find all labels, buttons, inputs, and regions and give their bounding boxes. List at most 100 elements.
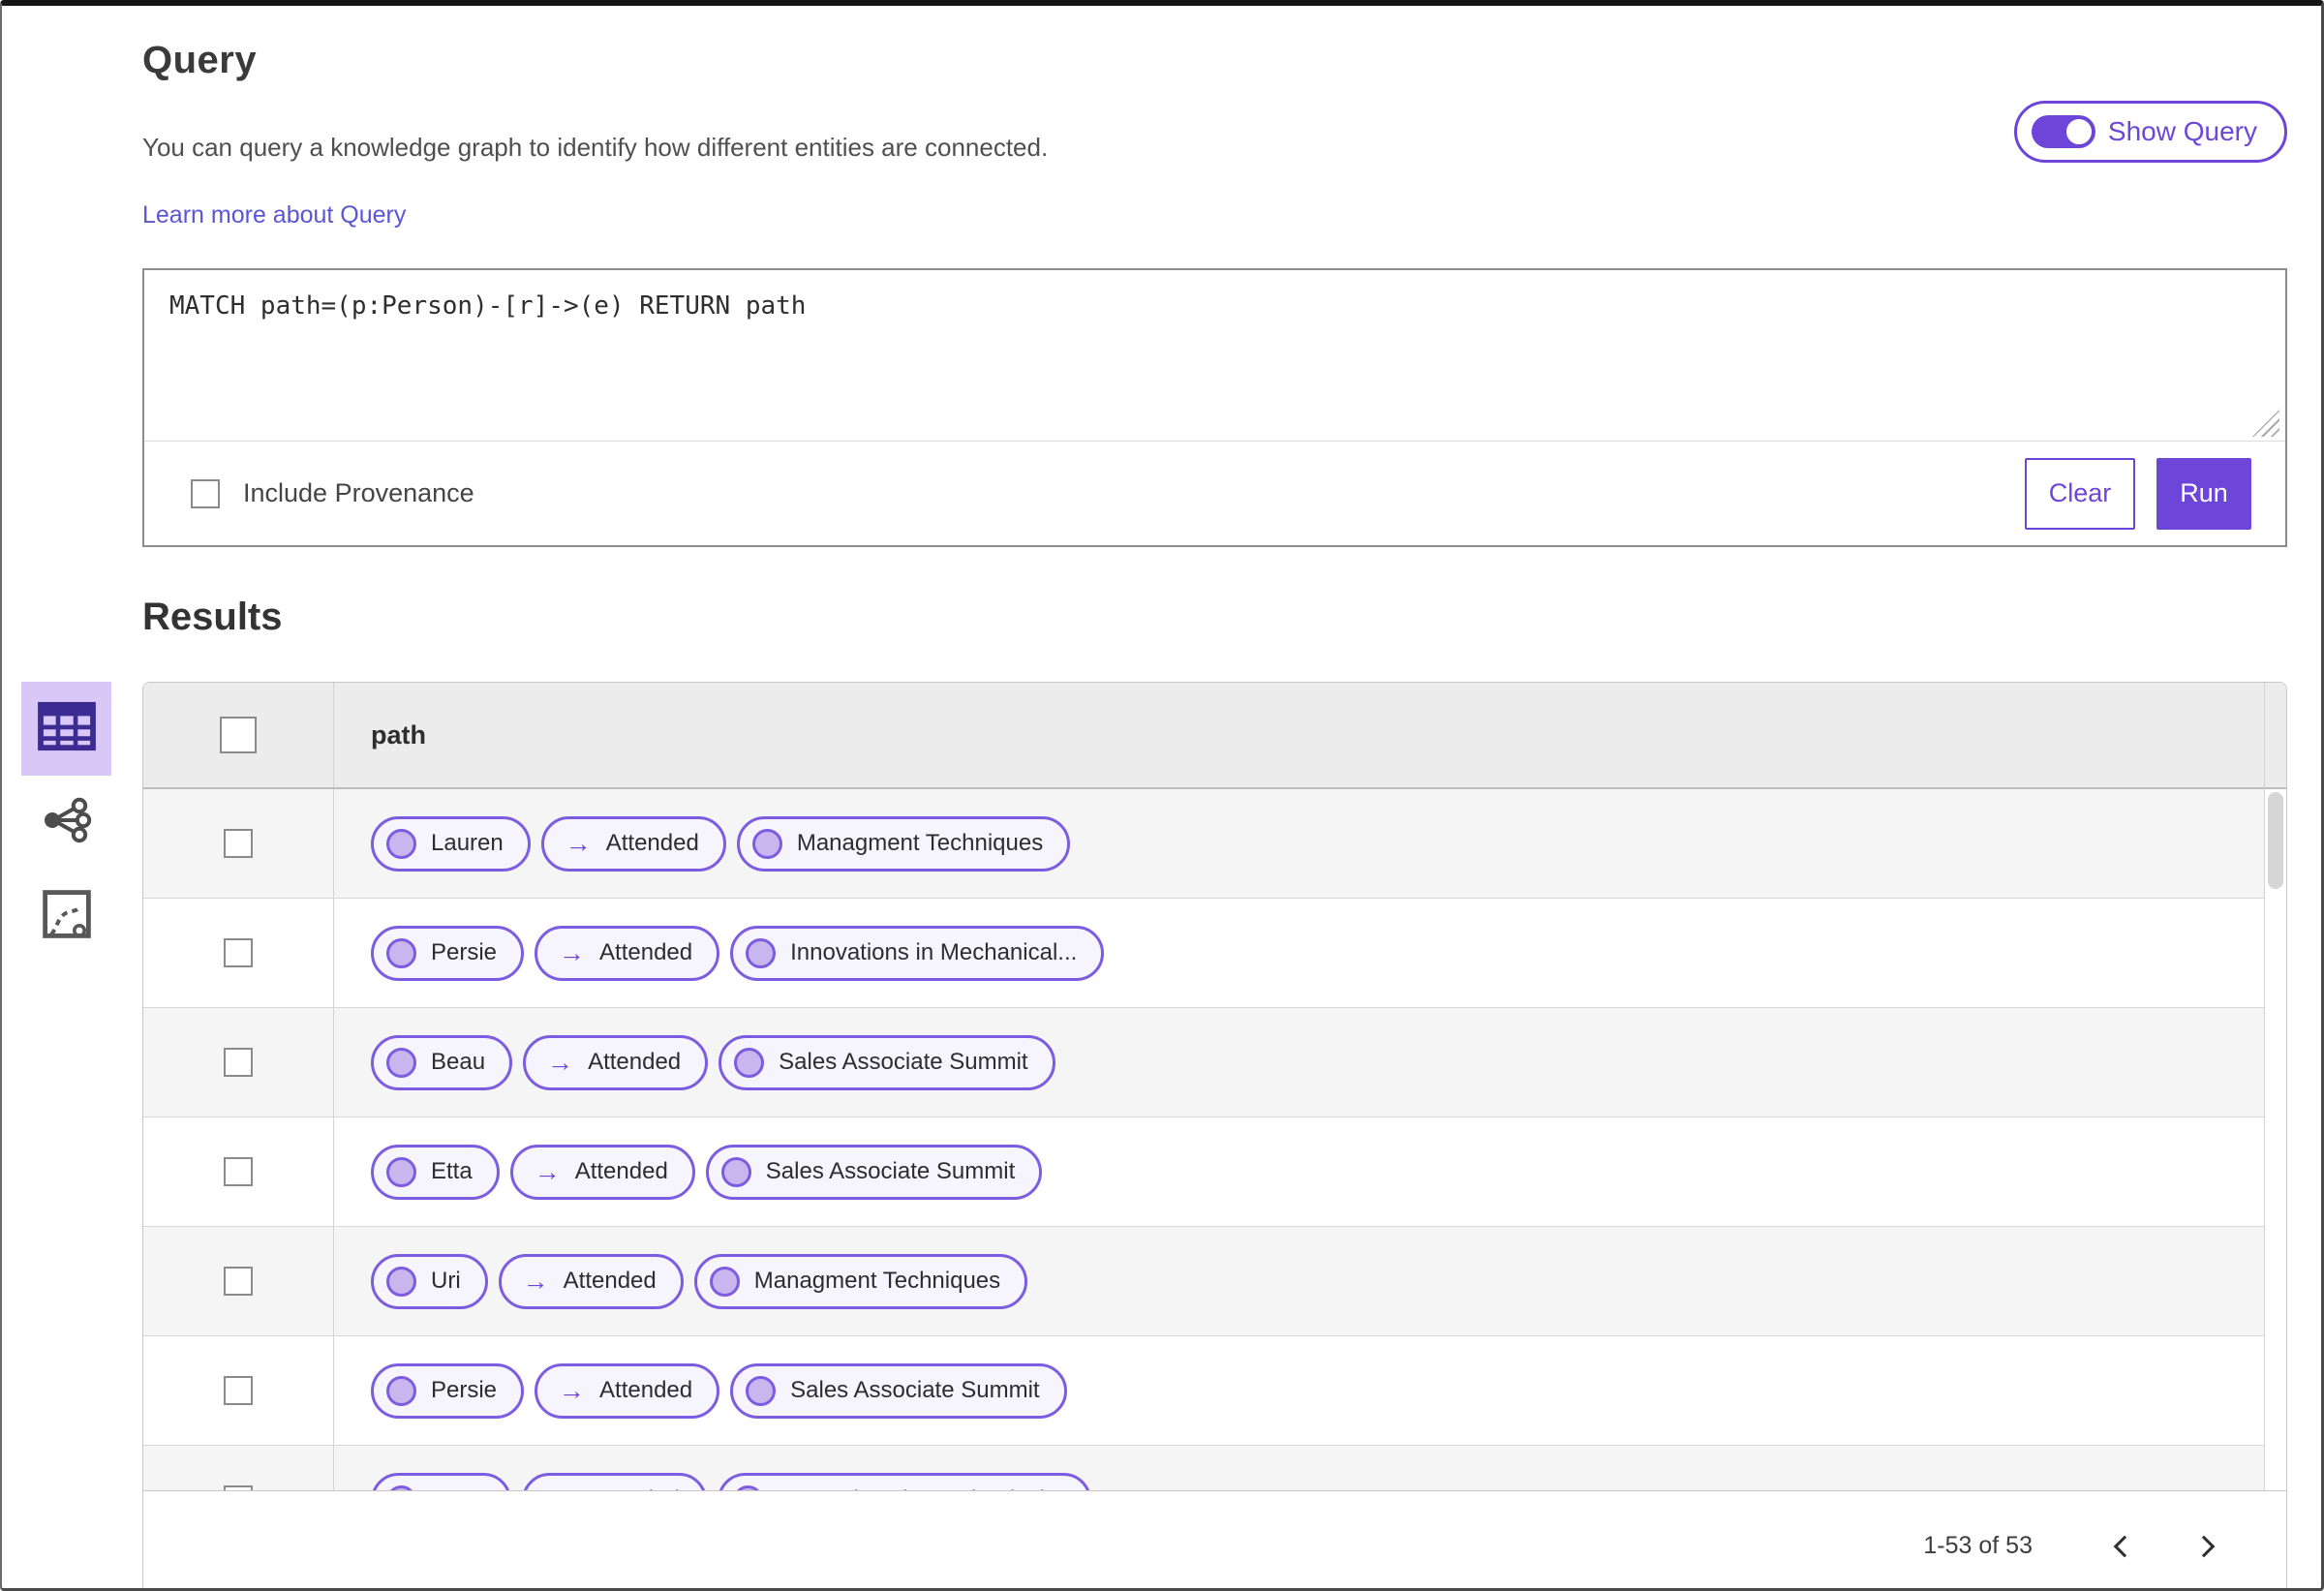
target-node-pill[interactable]: Managment Techniques xyxy=(693,1253,1028,1309)
target-node-pill[interactable]: Sales Associate Summit xyxy=(705,1144,1043,1200)
table-row: Persie → Attended Innovations in Mechani… xyxy=(143,899,2264,1008)
node-circle-icon xyxy=(386,1047,416,1078)
table-row: Lauren → Attended Managment Techniques xyxy=(143,789,2264,899)
query-box: MATCH path=(p:Person)-[r]->(e) RETURN pa… xyxy=(142,268,2287,547)
show-query-label: Show Query xyxy=(2107,116,2257,146)
table-row: Uri → Attended Managment Techniques xyxy=(143,1227,2264,1336)
row-path-cell: Beau → Attended Sales Associate Summit xyxy=(334,1008,2264,1117)
row-checkbox[interactable] xyxy=(224,829,253,858)
scrollbar-thumb[interactable] xyxy=(2268,792,2283,889)
relation-pill[interactable]: → Attended xyxy=(509,1144,695,1200)
arrow-right-icon: → xyxy=(565,828,592,858)
arrow-right-icon: → xyxy=(522,1266,549,1296)
query-header: Query You can query a knowledge graph to… xyxy=(2,6,2321,229)
show-query-toggle[interactable]: Show Query xyxy=(2013,101,2287,163)
arrow-right-icon: → xyxy=(559,937,586,967)
node-circle-icon xyxy=(386,937,416,968)
node-circle-icon xyxy=(734,1047,765,1078)
row-path-cell: Lauren → Attended Managment Techniques xyxy=(334,789,2264,898)
scrollbar-gutter xyxy=(2264,683,2286,1490)
results-table-container: path Lauren → Attended Managment Techniq… xyxy=(142,682,2287,1588)
node-circle-icon xyxy=(751,828,782,859)
target-node-pill[interactable]: Sales Associate Summit xyxy=(730,1362,1067,1419)
include-provenance-checkbox[interactable] xyxy=(191,478,220,508)
page-title: Query xyxy=(142,39,258,81)
row-path-cell: Etta → Attended Sales Associate Summit xyxy=(334,1117,2264,1226)
table-header-row: path xyxy=(143,683,2264,789)
target-node-pill[interactable]: Innovations in Mechanical... xyxy=(730,925,1105,981)
source-node-pill[interactable]: Uri xyxy=(371,1253,488,1309)
row-checkbox-cell xyxy=(143,1446,334,1490)
relation-pill[interactable]: → Attended xyxy=(498,1253,684,1309)
chart-view-button[interactable] xyxy=(21,870,111,964)
source-node-pill[interactable]: Persie xyxy=(371,1362,525,1419)
row-checkbox[interactable] xyxy=(224,938,253,967)
chart-view-icon xyxy=(42,889,92,944)
table-row: Etta → Attended Sales Associate Summit xyxy=(143,1117,2264,1227)
relation-pill[interactable]: → Attended xyxy=(523,1034,709,1090)
row-checkbox-cell xyxy=(143,789,334,898)
table-scroll-region: path Lauren → Attended Managment Techniq… xyxy=(143,683,2286,1490)
path-column-header: path xyxy=(371,719,426,750)
row-checkbox[interactable] xyxy=(224,1267,253,1296)
view-switcher xyxy=(2,682,142,1588)
include-provenance-label: Include Provenance xyxy=(243,478,474,507)
source-node-pill[interactable]: Etta xyxy=(371,1144,500,1200)
pagination-bar: 1-53 of 53 xyxy=(143,1490,2286,1588)
node-circle-icon xyxy=(386,1156,416,1187)
relation-pill[interactable]: → Attended xyxy=(521,1472,707,1490)
results-area: path Lauren → Attended Managment Techniq… xyxy=(2,682,2321,1588)
toggle-on-icon xyxy=(2031,115,2095,148)
query-page: Query You can query a knowledge graph to… xyxy=(0,0,2324,1591)
row-checkbox[interactable] xyxy=(224,1157,253,1186)
query-input[interactable]: MATCH path=(p:Person)-[r]->(e) RETURN pa… xyxy=(144,270,2285,441)
chevron-left-icon xyxy=(2113,1535,2136,1557)
relation-pill[interactable]: → Attended xyxy=(535,1362,720,1419)
table-body: Lauren → Attended Managment Techniques P… xyxy=(143,789,2264,1490)
source-node-pill[interactable]: Larry xyxy=(371,1472,511,1490)
table-view-icon xyxy=(37,700,97,757)
table-view-button[interactable] xyxy=(21,682,111,776)
arrow-right-icon: → xyxy=(547,1047,574,1077)
learn-more-link[interactable]: Learn more about Query xyxy=(142,201,406,229)
node-circle-icon xyxy=(746,1375,777,1406)
source-node-pill[interactable]: Beau xyxy=(371,1034,513,1090)
source-node-pill[interactable]: Persie xyxy=(371,925,525,981)
table-row: Beau → Attended Sales Associate Summit xyxy=(143,1008,2264,1117)
results-table: path Lauren → Attended Managment Techniq… xyxy=(143,683,2264,1490)
node-circle-icon xyxy=(386,828,416,859)
row-checkbox-cell xyxy=(143,1336,334,1445)
next-page-button[interactable] xyxy=(2178,1517,2236,1576)
target-node-pill[interactable]: Innovations in Mechanical... xyxy=(717,1472,1091,1490)
row-path-cell: Larry → Attended Innovations in Mechanic… xyxy=(334,1446,2264,1490)
relation-pill[interactable]: → Attended xyxy=(540,815,726,872)
row-checkbox-cell xyxy=(143,1008,334,1117)
row-checkbox-cell xyxy=(143,1227,334,1335)
run-button[interactable]: Run xyxy=(2156,457,2251,530)
select-all-checkbox[interactable] xyxy=(220,717,257,753)
table-row: Persie → Attended Sales Associate Summit xyxy=(143,1336,2264,1446)
clear-button[interactable]: Clear xyxy=(2025,457,2135,530)
row-checkbox[interactable] xyxy=(224,1376,253,1405)
relation-pill[interactable]: → Attended xyxy=(535,925,720,981)
row-path-cell: Persie → Attended Innovations in Mechani… xyxy=(334,899,2264,1007)
node-circle-icon xyxy=(746,937,777,968)
query-actions-bar: Include Provenance Clear Run xyxy=(144,441,2285,545)
node-circle-icon xyxy=(386,1375,416,1406)
node-circle-icon xyxy=(709,1266,740,1297)
pagination-range: 1-53 of 53 xyxy=(1923,1532,2033,1559)
target-node-pill[interactable]: Managment Techniques xyxy=(736,815,1071,872)
graph-view-button[interactable] xyxy=(21,776,111,870)
results-title: Results xyxy=(142,596,283,638)
source-node-pill[interactable]: Lauren xyxy=(371,815,531,872)
node-circle-icon xyxy=(386,1266,416,1297)
page-description: You can query a knowledge graph to ident… xyxy=(142,133,1049,162)
path-header-cell: path xyxy=(334,683,2264,787)
row-checkbox-cell xyxy=(143,1117,334,1226)
target-node-pill[interactable]: Sales Associate Summit xyxy=(719,1034,1055,1090)
row-checkbox[interactable] xyxy=(224,1048,253,1077)
row-checkbox-cell xyxy=(143,899,334,1007)
node-circle-icon xyxy=(720,1156,751,1187)
row-path-cell: Uri → Attended Managment Techniques xyxy=(334,1227,2264,1335)
previous-page-button[interactable] xyxy=(2093,1517,2151,1576)
